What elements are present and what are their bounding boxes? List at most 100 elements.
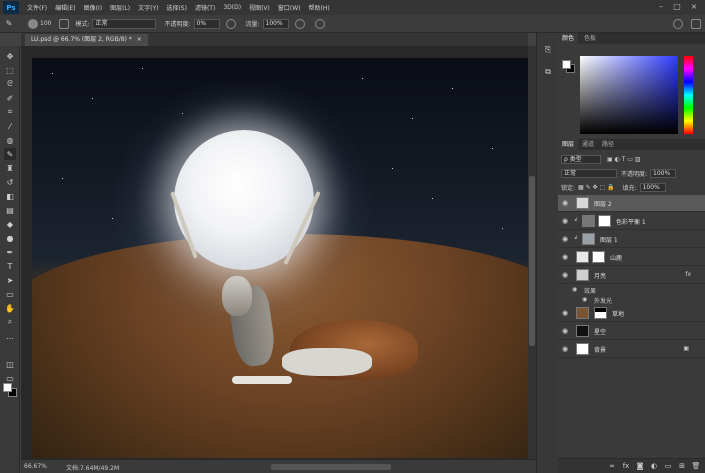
zoom-tool-icon[interactable]: ⌕ (4, 316, 16, 328)
menu-help[interactable]: 帮助(H) (309, 3, 330, 12)
pressure-opacity-icon[interactable] (225, 18, 236, 29)
tab-close-icon[interactable]: × (137, 36, 142, 43)
outer-glow-row[interactable]: ◉ 外发光 (558, 295, 705, 305)
hue-slider[interactable] (684, 56, 693, 134)
horizontal-scroll-thumb[interactable] (271, 464, 391, 470)
quick-select-tool-icon[interactable]: ✐ (4, 92, 16, 104)
layer-row[interactable]: ◉ 山鹿 (558, 249, 705, 266)
tab-swatches[interactable]: 色板 (580, 33, 600, 44)
canvas-area[interactable] (21, 46, 528, 459)
vertical-scrollbar[interactable] (528, 46, 536, 459)
pen-tool-icon[interactable]: ✒ (4, 246, 16, 258)
brush-panel-icon[interactable] (59, 18, 70, 29)
document-tab[interactable]: LU.psd @ 66.7% (图层 2, RGB/8) * × (25, 34, 148, 46)
foreground-color-swatch[interactable] (3, 383, 12, 392)
eye-icon[interactable]: ◉ (562, 328, 569, 335)
vertical-scroll-thumb[interactable] (529, 176, 535, 346)
eye-icon[interactable]: ◉ (562, 200, 569, 207)
add-style-icon[interactable]: fx (621, 461, 631, 471)
layer-name[interactable]: 草地 (612, 309, 624, 318)
document-canvas[interactable] (32, 58, 528, 458)
flow-field[interactable]: 100% (262, 18, 289, 29)
search-icon[interactable] (672, 18, 683, 29)
pressure-size-icon[interactable] (314, 18, 325, 29)
menu-image[interactable]: 图像(I) (84, 3, 102, 12)
eye-icon[interactable]: ◉ (582, 296, 587, 303)
adjustment-layer-icon[interactable]: ◐ (649, 461, 659, 471)
eye-icon[interactable]: ◉ (562, 218, 569, 225)
airbrush-icon[interactable] (294, 18, 305, 29)
quick-mask-icon[interactable]: ◫ (4, 358, 16, 370)
history-panel-icon[interactable]: ⎘ (542, 45, 554, 57)
eye-icon[interactable]: ◉ (562, 254, 569, 261)
layer-name[interactable]: 月亮 (594, 271, 606, 280)
hand-tool-icon[interactable]: ✋ (4, 302, 16, 314)
healing-tool-icon[interactable]: ◍ (4, 134, 16, 146)
eye-icon[interactable]: ◉ (572, 286, 577, 293)
delete-layer-icon[interactable]: 🗑 (691, 461, 701, 471)
layer-name[interactable]: 背景 (594, 345, 606, 354)
eyedropper-tool-icon[interactable]: ⁄ (4, 120, 16, 132)
blur-tool-icon[interactable]: ◆ (4, 218, 16, 230)
marquee-tool-icon[interactable]: ⬚ (4, 64, 16, 76)
layer-row[interactable]: ◉ 星空 (558, 323, 705, 340)
workspace-icon[interactable] (690, 18, 701, 29)
layer-row[interactable]: ◉ 背景 ▣ (558, 341, 705, 358)
menu-view[interactable]: 视图(V) (249, 3, 270, 12)
more-tools-icon[interactable]: … (4, 330, 16, 342)
brush-tool-icon[interactable]: ✎ (4, 148, 16, 160)
properties-panel-icon[interactable]: ⧉ (542, 67, 554, 79)
path-select-tool-icon[interactable]: ➤ (4, 274, 16, 286)
menu-filter[interactable]: 滤镜(T) (195, 3, 215, 12)
zoom-level[interactable]: 66.67% (24, 463, 47, 470)
layer-row[interactable]: ◉ 图层 2 (558, 195, 705, 212)
link-layers-icon[interactable]: ∞ (607, 461, 617, 471)
tab-layers[interactable]: 图层 (558, 139, 579, 150)
layer-name[interactable]: 色彩平衡 1 (616, 217, 646, 226)
menu-select[interactable]: 选择(S) (166, 3, 187, 12)
eye-icon[interactable]: ◉ (562, 272, 569, 279)
foreground-color-chip[interactable] (562, 60, 571, 69)
add-mask-icon[interactable]: ◙ (635, 461, 645, 471)
stamp-tool-icon[interactable]: ♜ (4, 162, 16, 174)
tab-channels[interactable]: 通道 (578, 139, 598, 150)
type-tool-icon[interactable]: T (4, 260, 16, 272)
brush-preset-icon[interactable] (28, 18, 38, 29)
mode-select[interactable]: 正常 (92, 18, 157, 29)
menu-file[interactable]: 文件(F) (27, 3, 47, 12)
shape-tool-icon[interactable]: ▭ (4, 288, 16, 300)
lasso-tool-icon[interactable]: ᘓ (4, 78, 16, 90)
layer-row[interactable]: ◉ 月亮 fx (558, 267, 705, 284)
effects-row[interactable]: ◉ 效果 (558, 285, 705, 295)
layer-filter-select[interactable]: ρ 类型 (561, 154, 601, 164)
layer-name[interactable]: 星空 (594, 327, 606, 336)
fill-field[interactable]: 100% (639, 182, 666, 192)
color-picker-field[interactable] (580, 56, 678, 134)
menu-layer[interactable]: 图层(L) (110, 3, 130, 12)
crop-tool-icon[interactable]: ⌗ (4, 106, 16, 118)
eye-icon[interactable]: ◉ (562, 346, 569, 353)
blend-mode-select[interactable]: 正常 (561, 168, 617, 178)
new-layer-icon[interactable]: ⊞ (677, 461, 687, 471)
layer-name[interactable]: 图层 1 (600, 235, 618, 244)
document-info[interactable]: 文档:7.64M/49.2M (66, 463, 119, 472)
minimize-icon[interactable]: – (656, 2, 666, 12)
maximize-icon[interactable]: □ (672, 2, 682, 12)
menu-edit[interactable]: 编辑(E) (55, 3, 75, 12)
history-brush-icon[interactable]: ↺ (4, 176, 16, 188)
move-tool-icon[interactable]: ✥ (4, 50, 16, 62)
layer-opacity-field[interactable]: 100% (650, 168, 677, 178)
menu-3d[interactable]: 3D(D) (223, 4, 241, 11)
close-icon[interactable]: × (689, 2, 699, 12)
eye-icon[interactable]: ◉ (562, 310, 569, 317)
screen-mode-icon[interactable]: ▭ (4, 372, 16, 384)
eye-icon[interactable]: ◉ (562, 236, 569, 243)
menu-type[interactable]: 文字(Y) (138, 3, 158, 12)
tab-paths[interactable]: 路径 (598, 139, 618, 150)
layer-row[interactable]: ◉ 草地 (558, 305, 705, 322)
tab-color[interactable]: 颜色 (558, 33, 579, 44)
filter-icons[interactable]: ▣ ◐ T ▭ ▥ (607, 156, 641, 163)
dodge-tool-icon[interactable]: ● (4, 232, 16, 244)
fx-badge[interactable]: fx (685, 271, 691, 278)
menu-window[interactable]: 窗口(W) (278, 3, 301, 12)
